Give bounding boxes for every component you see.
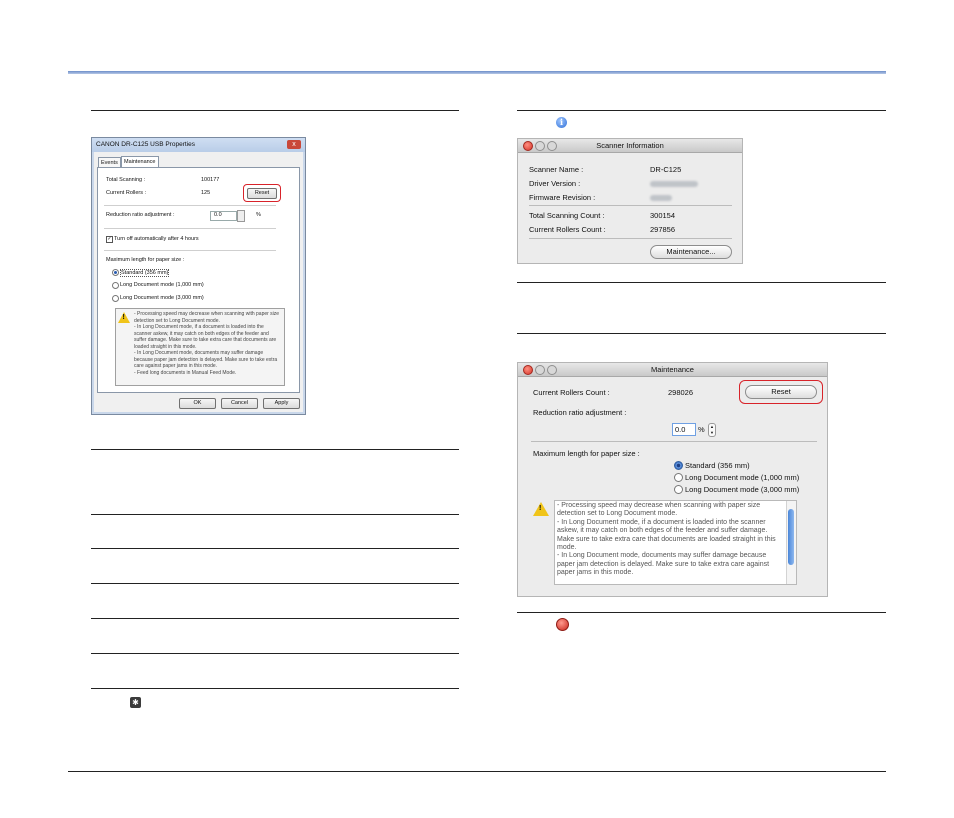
header-bar <box>68 71 886 74</box>
ok-button[interactable]: OK <box>179 398 216 409</box>
separator <box>529 205 732 206</box>
red-close-icon <box>556 618 569 631</box>
reduction-stepper[interactable] <box>237 210 245 222</box>
maintenance-titlebar: Maintenance <box>518 363 827 377</box>
reduction-unit: % <box>256 212 261 218</box>
radio-long-3000-label: Long Document mode (3,000 mm) <box>685 485 800 494</box>
dialog-titlebar: CANON DR-C125 USB Properties x <box>92 138 305 152</box>
reduction-field[interactable]: 0.0 <box>672 423 696 436</box>
radio-standard-label: Standard (356 mm) <box>120 269 170 277</box>
total-count-value: 300154 <box>650 211 676 220</box>
radio-standard[interactable] <box>674 461 683 470</box>
radio-long-3000-label: Long Document mode (3,000 mm) <box>120 295 204 301</box>
gear-icon: ✱ <box>130 697 141 708</box>
close-icon[interactable] <box>523 141 533 151</box>
radio-long-1000-label: Long Document mode (1,000 mm) <box>120 282 204 288</box>
reset-button[interactable]: Reset <box>247 188 277 199</box>
mac-maintenance-window: Maintenance Current Rollers Count : 2980… <box>517 362 828 597</box>
radio-long-1000[interactable] <box>674 473 683 482</box>
radio-long-1000-label: Long Document mode (1,000 mm) <box>685 473 800 482</box>
driver-version-label: Driver Version : <box>529 179 581 188</box>
rollers-count-label: Current Rollers Count : <box>529 225 606 234</box>
dialog-title: CANON DR-C125 USB Properties <box>96 141 195 148</box>
warning-text: - Processing speed may decrease when sca… <box>557 502 776 577</box>
warning-scrollbar[interactable] <box>786 501 796 584</box>
windows-properties-dialog: CANON DR-C125 USB Properties x Events Ma… <box>91 137 306 415</box>
right-divider-3 <box>517 333 886 334</box>
warning-box: ! - Processing speed may decrease when s… <box>115 308 285 386</box>
right-divider-1 <box>517 110 886 111</box>
firmware-label: Firmware Revision : <box>529 193 596 202</box>
separator <box>531 441 817 442</box>
warning-icon: ! <box>533 502 549 516</box>
minimize-icon[interactable] <box>535 365 545 375</box>
zoom-icon[interactable] <box>547 365 557 375</box>
left-divider-3 <box>91 514 459 515</box>
firmware-value <box>650 195 672 201</box>
separator <box>104 250 276 251</box>
warning-textarea[interactable]: - Processing speed may decrease when sca… <box>554 500 797 585</box>
rollers-count-label: Current Rollers Count : <box>533 388 610 397</box>
separator <box>104 205 276 206</box>
reduction-label: Reduction ratio adjustment : <box>533 408 627 417</box>
left-divider-4 <box>91 548 459 549</box>
warning-icon: ! <box>118 312 130 323</box>
radio-long-3000[interactable] <box>674 485 683 494</box>
total-count-label: Total Scanning Count : <box>529 211 605 220</box>
left-divider-8 <box>91 688 459 689</box>
driver-version-value <box>650 181 698 187</box>
scanner-info-titlebar: Scanner Information <box>518 139 742 153</box>
maintenance-button[interactable]: Maintenance... <box>650 245 732 259</box>
left-divider-2 <box>91 449 459 450</box>
right-divider-2 <box>517 282 886 283</box>
left-divider-7 <box>91 653 459 654</box>
radio-standard[interactable] <box>112 269 119 276</box>
minimize-icon[interactable] <box>535 141 545 151</box>
current-rollers-value: 125 <box>201 190 211 196</box>
separator <box>529 238 732 239</box>
rollers-count-value: 298026 <box>668 388 694 397</box>
scanner-name-value: DR-C125 <box>650 165 682 174</box>
separator <box>104 228 276 229</box>
close-icon[interactable]: x <box>287 140 301 149</box>
maintenance-panel: Total Scanning : 100177 Current Rollers … <box>97 167 300 393</box>
radio-standard-label: Standard (356 mm) <box>685 461 750 470</box>
apply-button[interactable]: Apply <box>263 398 300 409</box>
reset-button[interactable]: Reset <box>745 385 817 399</box>
reduction-unit: % <box>698 425 705 434</box>
close-icon[interactable] <box>523 365 533 375</box>
scrollbar-thumb[interactable] <box>788 509 794 565</box>
turn-off-checkbox[interactable]: ✓ <box>106 236 113 243</box>
reduction-stepper[interactable]: ▲ ▼ <box>708 423 716 437</box>
scanner-info-title: Scanner Information <box>596 141 664 150</box>
total-scanning-value: 100177 <box>201 177 220 183</box>
turn-off-label: Turn off automatically after 4 hours <box>114 236 199 242</box>
reduction-field[interactable]: 0.0 <box>210 211 237 221</box>
cancel-button[interactable]: Cancel <box>221 398 258 409</box>
rollers-count-value: 297856 <box>650 225 676 234</box>
reduction-label: Reduction ratio adjustment : <box>106 212 175 218</box>
warning-text: - Processing speed may decrease when sca… <box>134 311 280 376</box>
footer-line <box>68 771 886 772</box>
zoom-icon[interactable] <box>547 141 557 151</box>
info-icon: i <box>556 117 567 128</box>
scanner-name-label: Scanner Name : <box>529 165 584 174</box>
max-length-label: Maximum length for paper size : <box>533 449 640 458</box>
radio-long-1000[interactable] <box>112 282 119 289</box>
current-rollers-label: Current Rollers : <box>106 190 147 196</box>
max-length-label: Maximum length for paper size : <box>106 257 185 263</box>
left-divider-5 <box>91 583 459 584</box>
left-divider-1 <box>91 110 459 111</box>
scanner-information-window: Scanner Information Scanner Name : DR-C1… <box>517 138 743 264</box>
right-divider-4 <box>517 612 886 613</box>
maintenance-title: Maintenance <box>651 365 694 374</box>
radio-long-3000[interactable] <box>112 295 119 302</box>
left-divider-6 <box>91 618 459 619</box>
total-scanning-label: Total Scanning : <box>106 177 146 183</box>
